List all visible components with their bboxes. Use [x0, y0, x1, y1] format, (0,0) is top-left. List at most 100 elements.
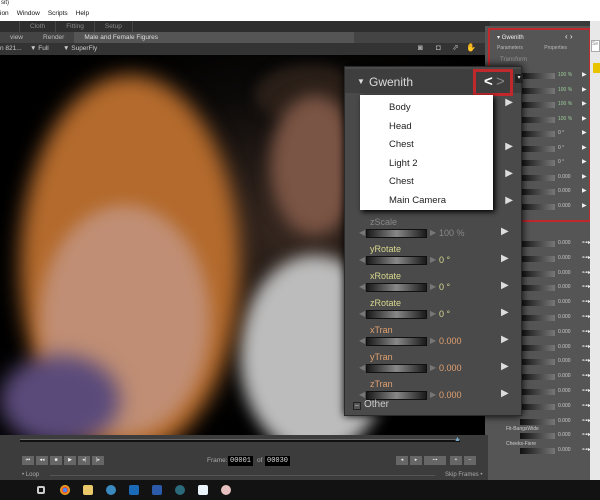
increment-arrow-icon[interactable]: ▶: [430, 255, 436, 264]
scrubber-handle[interactable]: ▲: [454, 436, 461, 443]
export-icon[interactable]: ⇗: [452, 43, 459, 52]
param-value[interactable]: 0.000: [558, 432, 571, 438]
loop-range-slider[interactable]: [50, 475, 435, 476]
param-value[interactable]: 0.000: [558, 418, 571, 424]
add-keyframe-button[interactable]: +: [450, 456, 462, 465]
camera-icon[interactable]: ◙: [418, 43, 423, 52]
tab-parameters[interactable]: Parameters: [497, 45, 523, 51]
param-value[interactable]: 0 °: [439, 282, 450, 292]
current-frame-field[interactable]: 00001: [228, 456, 254, 466]
renderer-select[interactable]: ▼ SuperFly: [63, 45, 97, 52]
previous-key-button[interactable]: ◂◂: [36, 456, 48, 465]
param-value[interactable]: 100 %: [558, 72, 572, 78]
param-dial[interactable]: [520, 270, 555, 277]
key-icon[interactable]: ⊶: [424, 456, 446, 465]
dropdown-item-body[interactable]: Body: [360, 99, 493, 118]
param-menu-arrow-icon[interactable]: ▶: [501, 307, 509, 318]
param-value[interactable]: 0.000: [558, 240, 571, 246]
popup-title[interactable]: Gwenith: [369, 75, 413, 89]
render-camera-icon[interactable]: ◘: [436, 43, 441, 52]
param-dial[interactable]: [520, 315, 555, 321]
expand-arrow-icon[interactable]: ▶: [505, 141, 513, 152]
param-dial[interactable]: [520, 87, 555, 94]
param-menu-arrow-icon[interactable]: ▶: [501, 280, 509, 291]
param-value[interactable]: 0.000: [558, 403, 571, 409]
param-menu-arrow-icon[interactable]: ▶: [582, 71, 587, 78]
param-menu-arrow-icon[interactable]: ▶: [501, 388, 509, 399]
param-value[interactable]: 0.000: [558, 203, 571, 209]
timeline-scrubber[interactable]: [20, 439, 460, 442]
menu-animation[interactable]: ion: [0, 10, 9, 21]
increment-arrow-icon[interactable]: ▶: [430, 363, 436, 372]
dropdown-item-chest[interactable]: Chest: [360, 136, 493, 155]
play-button[interactable]: ▶: [64, 456, 76, 465]
param-value[interactable]: 0.000: [558, 373, 571, 379]
param-value[interactable]: 0.000: [558, 388, 571, 394]
dropdown-item-light-2[interactable]: Light 2: [360, 155, 493, 174]
param-dial[interactable]: [520, 285, 555, 292]
browser-icon[interactable]: [106, 485, 116, 495]
param-menu-arrow-icon[interactable]: ▶: [582, 115, 587, 122]
expand-arrow-icon[interactable]: ▶: [505, 97, 513, 108]
param-dial[interactable]: [520, 448, 555, 455]
param-value[interactable]: 0.000: [558, 314, 571, 320]
stop-button[interactable]: ■: [50, 456, 62, 465]
param-dial[interactable]: [520, 344, 555, 351]
param-dial[interactable]: [366, 310, 427, 319]
tab-setup[interactable]: Setup: [95, 21, 133, 32]
previous-actor-icon[interactable]: <: [484, 73, 493, 90]
param-menu-arrow-icon[interactable]: ▶: [582, 129, 587, 136]
param-menu-arrow-icon[interactable]: ▶: [501, 226, 509, 237]
param-dial[interactable]: [366, 283, 427, 292]
param-dial[interactable]: [520, 189, 555, 195]
param-menu-arrow-icon[interactable]: ▶: [582, 144, 587, 151]
popup-menu-button[interactable]: ▾: [515, 74, 523, 83]
param-value[interactable]: 0.000: [558, 174, 571, 180]
param-value[interactable]: 0.000: [558, 358, 571, 364]
previous-frame-button[interactable]: ◂|: [78, 456, 90, 465]
param-value[interactable]: 100 %: [439, 228, 465, 238]
param-value[interactable]: 0.000: [439, 336, 462, 346]
increment-arrow-icon[interactable]: ▶: [430, 309, 436, 318]
param-value[interactable]: 0.000: [558, 447, 571, 453]
param-dial[interactable]: [366, 229, 427, 238]
increment-arrow-icon[interactable]: ▶: [430, 282, 436, 291]
param-dial[interactable]: [520, 329, 555, 336]
dropdown-item-head[interactable]: Head: [360, 118, 493, 137]
increment-arrow-icon[interactable]: ▶: [430, 228, 436, 237]
param-dial[interactable]: [520, 174, 555, 181]
param-value[interactable]: 0.000: [439, 363, 462, 373]
task-view-icon[interactable]: [37, 486, 45, 494]
figure-nav-arrows[interactable]: ‹ ›: [565, 32, 573, 41]
param-menu-arrow-icon[interactable]: ▶: [501, 334, 509, 345]
transform-group[interactable]: Transform: [500, 57, 527, 63]
param-dial[interactable]: [366, 256, 427, 265]
next-frame-button[interactable]: |▸: [92, 456, 104, 465]
camera-select[interactable]: n 821...: [0, 45, 22, 52]
param-dial[interactable]: [520, 374, 555, 381]
expand-arrow-icon[interactable]: ▶: [505, 195, 513, 206]
dropdown-item-chest[interactable]: Chest: [360, 173, 493, 192]
param-dial[interactable]: [520, 241, 555, 247]
param-value[interactable]: 0 °: [558, 145, 564, 151]
increment-arrow-icon[interactable]: ▶: [430, 390, 436, 399]
figure-menu[interactable]: Male and Female Figures: [74, 32, 355, 43]
tab-cloth[interactable]: Cloth: [20, 21, 57, 32]
total-frames-field[interactable]: 00030: [265, 456, 291, 466]
param-menu-arrow-icon[interactable]: ▶: [582, 173, 587, 180]
param-value[interactable]: 0 °: [439, 255, 450, 265]
param-value[interactable]: 0.000: [558, 299, 571, 305]
remove-keyframe-button[interactable]: −: [464, 456, 476, 465]
param-dial[interactable]: [520, 300, 555, 307]
param-dial[interactable]: [520, 255, 555, 262]
decrement-arrow-icon[interactable]: ◀: [359, 336, 365, 345]
chrome-icon[interactable]: [60, 485, 70, 495]
param-value[interactable]: 0.000: [558, 329, 571, 335]
param-value[interactable]: 100 %: [558, 87, 572, 93]
param-dial[interactable]: [520, 160, 555, 166]
outlook-icon[interactable]: [129, 485, 139, 495]
param-dial[interactable]: [520, 145, 555, 152]
param-menu-arrow-icon[interactable]: ▶: [582, 86, 587, 93]
menu-window[interactable]: Window: [17, 10, 40, 21]
tab-render[interactable]: Render: [33, 32, 74, 43]
